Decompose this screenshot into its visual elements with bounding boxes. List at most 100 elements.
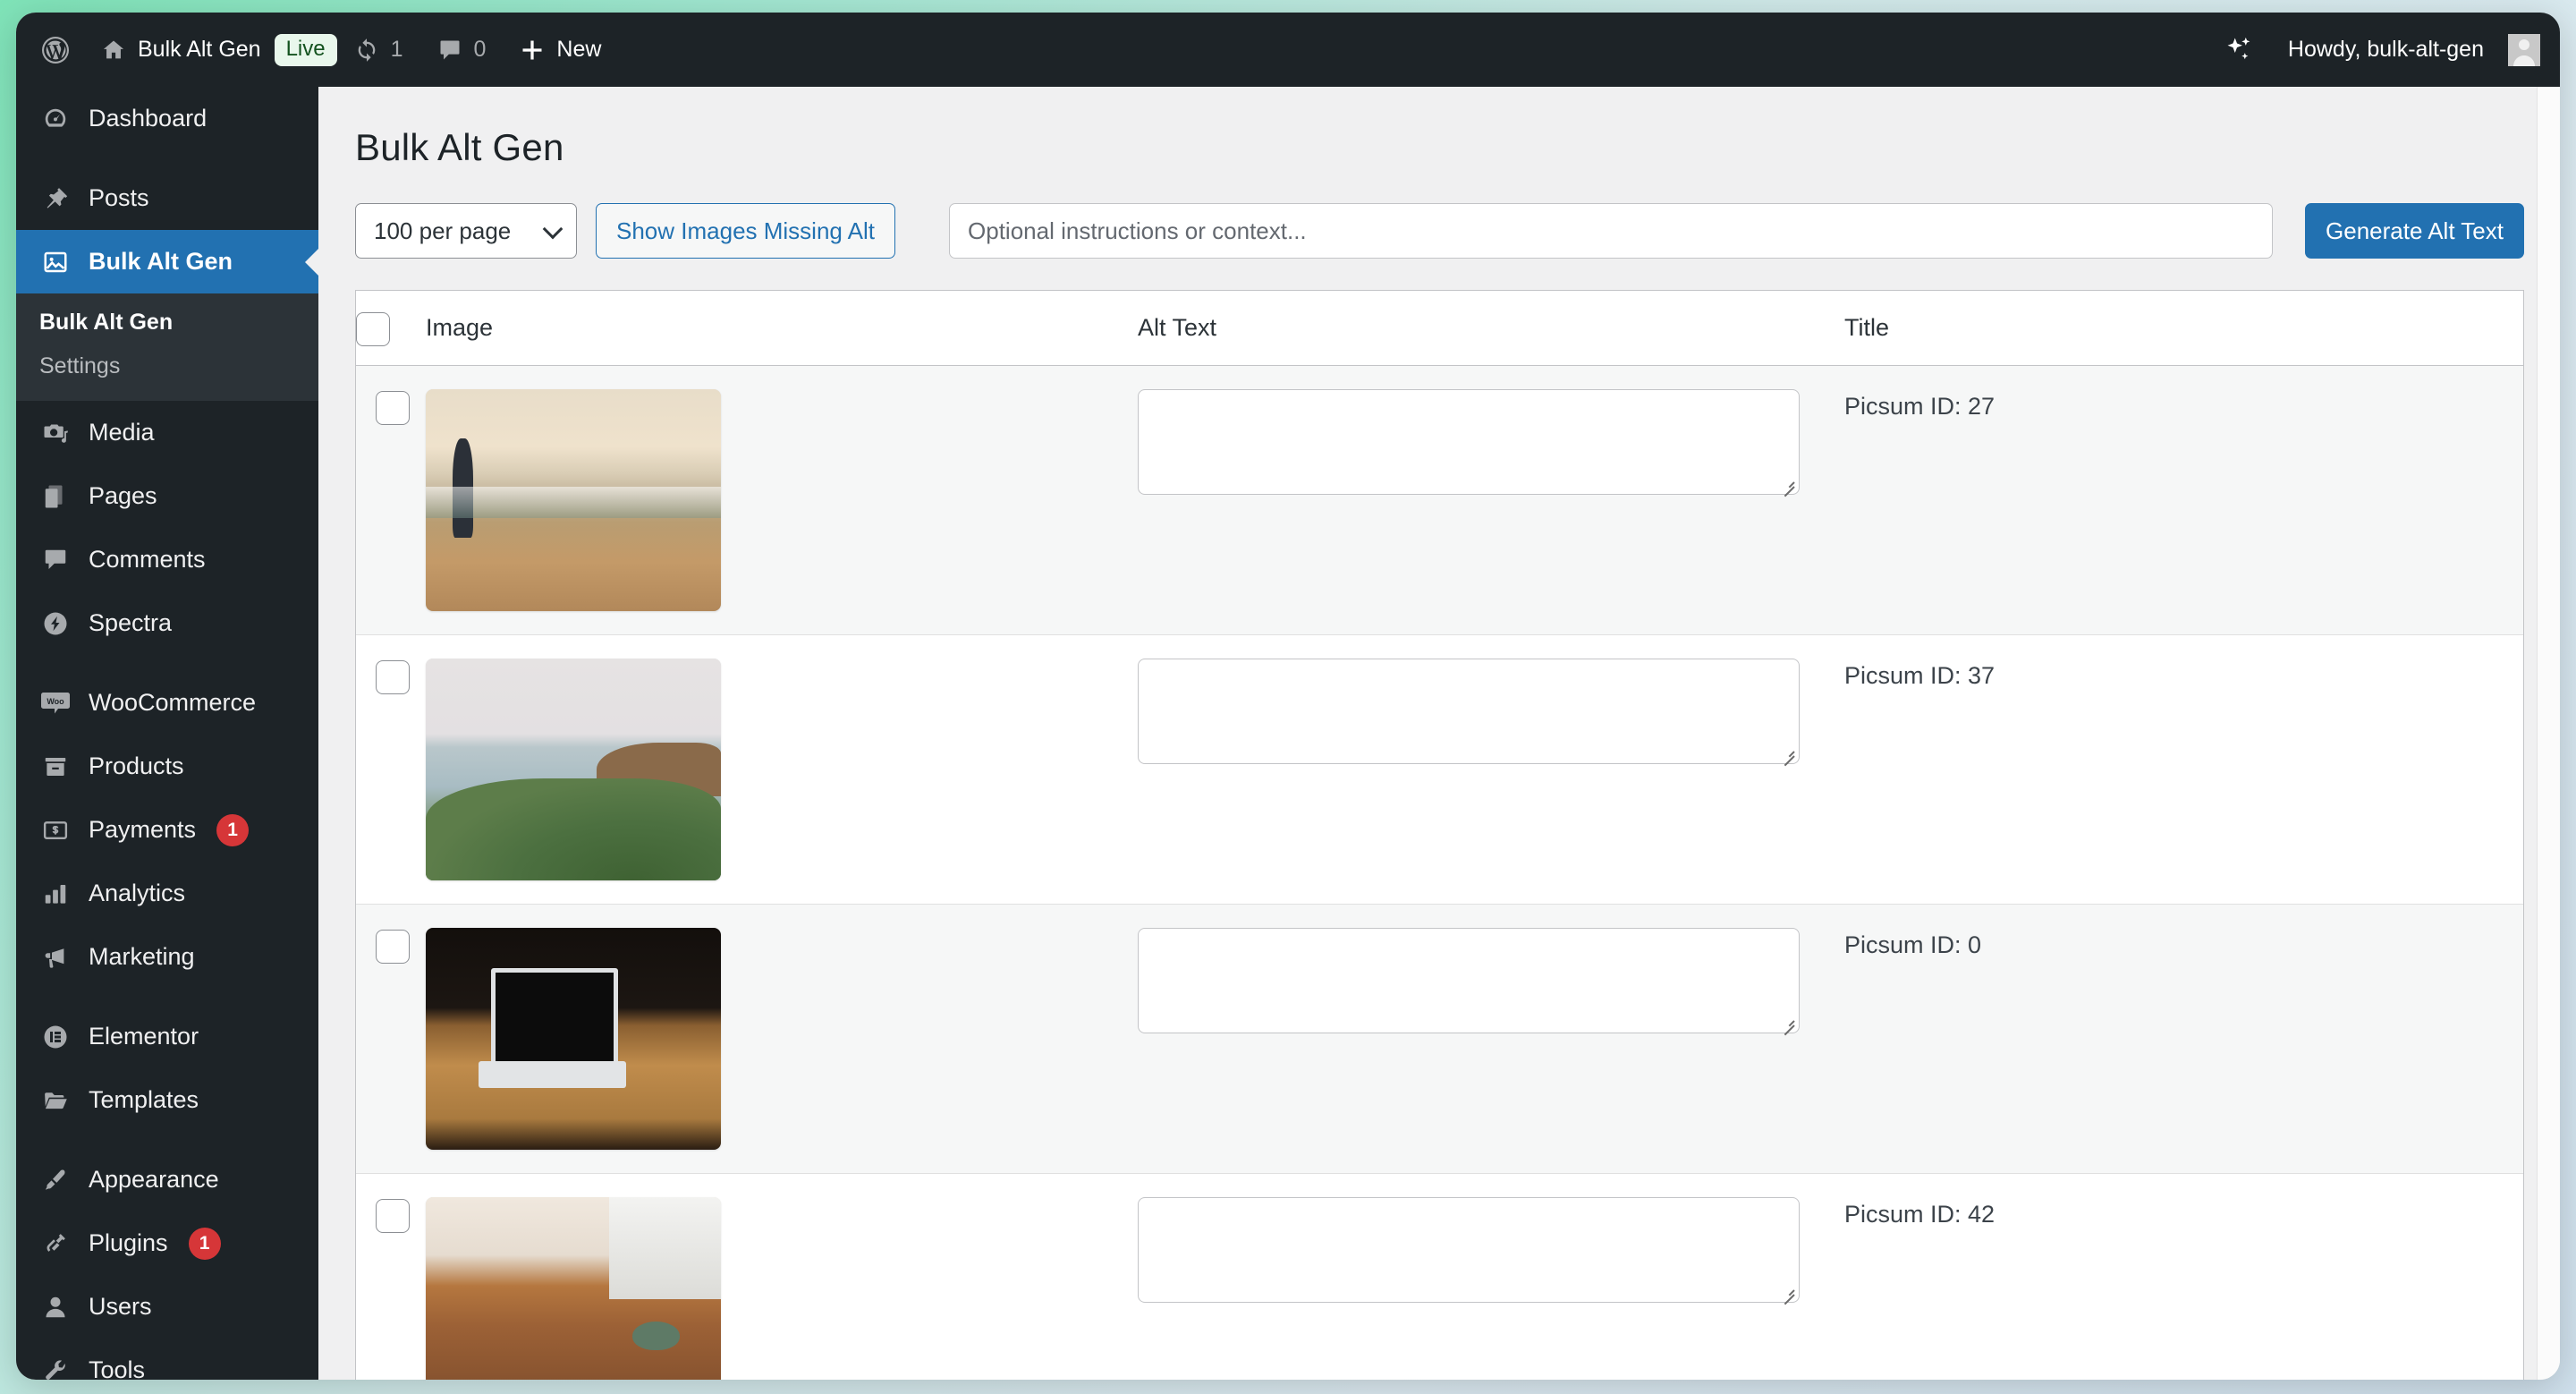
row-checkbox[interactable] bbox=[376, 660, 410, 694]
column-header-alt-text: Alt Text bbox=[1138, 291, 1844, 366]
row-title-cell: Picsum ID: 0 bbox=[1844, 905, 2523, 1174]
sidebar-item-label: Comments bbox=[89, 546, 206, 574]
row-image-cell bbox=[426, 366, 1138, 635]
sidebar-divider bbox=[16, 1132, 318, 1148]
resize-grip-icon[interactable] bbox=[1781, 1285, 1795, 1299]
sidebar-item-templates[interactable]: Templates bbox=[16, 1068, 318, 1132]
alt-text-textarea[interactable] bbox=[1138, 1197, 1800, 1303]
sidebar-item-label: Pages bbox=[89, 482, 157, 510]
resize-grip-icon[interactable] bbox=[1781, 746, 1795, 761]
sidebar-item-dashboard[interactable]: Dashboard bbox=[16, 87, 318, 150]
sidebar-item-label: Products bbox=[89, 752, 184, 780]
sidebar-subitem-settings[interactable]: Settings bbox=[16, 344, 318, 388]
sidebar-divider bbox=[16, 150, 318, 166]
elementor-icon bbox=[39, 1021, 72, 1053]
sidebar-item-elementor[interactable]: Elementor bbox=[16, 1005, 318, 1068]
row-checkbox[interactable] bbox=[376, 930, 410, 964]
per-page-select[interactable]: 100 per page bbox=[355, 203, 577, 259]
sidebar-subitem-label: Bulk Alt Gen bbox=[39, 310, 173, 335]
thumbnail-photo bbox=[426, 1197, 721, 1380]
tools-icon bbox=[39, 1355, 72, 1381]
show-images-missing-alt-button[interactable]: Show Images Missing Alt bbox=[596, 203, 895, 259]
image-thumbnail[interactable] bbox=[426, 659, 721, 880]
thumbnail-photo bbox=[426, 928, 721, 1150]
images-table-container: Image Alt Text Title bbox=[355, 290, 2524, 1380]
sidebar-item-plugins[interactable]: Plugins 1 bbox=[16, 1211, 318, 1275]
vertical-scrollbar[interactable] bbox=[2537, 87, 2560, 1380]
select-all-checkbox[interactable] bbox=[356, 312, 390, 346]
table-row: Picsum ID: 37 bbox=[356, 635, 2523, 905]
svg-text:Woo: Woo bbox=[47, 697, 64, 706]
generate-label: Generate Alt Text bbox=[2326, 217, 2504, 245]
updates-icon bbox=[354, 38, 379, 63]
payments-badge: 1 bbox=[216, 814, 249, 846]
sidebar-item-appearance[interactable]: Appearance bbox=[16, 1148, 318, 1211]
sidebar-item-analytics[interactable]: Analytics bbox=[16, 862, 318, 925]
sidebar-item-pages[interactable]: Pages bbox=[16, 464, 318, 528]
select-all-header bbox=[356, 291, 426, 366]
sidebar-item-users[interactable]: Users bbox=[16, 1275, 318, 1339]
sidebar-item-label: Bulk Alt Gen bbox=[89, 248, 233, 276]
toolbar: 100 per page Show Images Missing Alt Opt… bbox=[318, 169, 2560, 259]
wordpress-logo-menu[interactable] bbox=[16, 13, 84, 87]
row-alt-cell bbox=[1138, 1174, 1844, 1381]
comment-icon bbox=[39, 544, 72, 576]
resize-grip-icon[interactable] bbox=[1781, 477, 1795, 491]
resize-grip-icon[interactable] bbox=[1781, 1016, 1795, 1030]
row-select-cell bbox=[356, 905, 426, 1174]
sidebar-item-comments[interactable]: Comments bbox=[16, 528, 318, 591]
instructions-input[interactable]: Optional instructions or context... bbox=[949, 203, 2273, 259]
sidebar-item-spectra[interactable]: Spectra bbox=[16, 591, 318, 655]
chevron-down-icon bbox=[543, 219, 564, 240]
sidebar-item-products[interactable]: Products bbox=[16, 735, 318, 798]
payments-icon bbox=[39, 814, 72, 846]
table-body: Picsum ID: 27 Picsum ID: 37 bbox=[356, 366, 2523, 1381]
image-thumbnail[interactable] bbox=[426, 1197, 721, 1380]
updates-menu[interactable]: 1 bbox=[337, 13, 420, 87]
updates-count: 1 bbox=[391, 37, 403, 63]
sidebar-item-marketing[interactable]: Marketing bbox=[16, 925, 318, 989]
sidebar-item-payments[interactable]: Payments 1 bbox=[16, 798, 318, 862]
table-header: Image Alt Text Title bbox=[356, 291, 2523, 366]
row-alt-cell bbox=[1138, 635, 1844, 905]
sidebar-item-posts[interactable]: Posts bbox=[16, 166, 318, 230]
table-row: Picsum ID: 42 bbox=[356, 1174, 2523, 1381]
pin-icon bbox=[39, 183, 72, 215]
images-table: Image Alt Text Title bbox=[356, 291, 2523, 1380]
alt-text-textarea[interactable] bbox=[1138, 389, 1800, 495]
new-content-menu[interactable]: New bbox=[503, 13, 618, 87]
sidebar-item-label: Payments bbox=[89, 816, 196, 844]
comments-count: 0 bbox=[474, 37, 487, 63]
products-icon bbox=[39, 751, 72, 783]
sidebar-item-label: WooCommerce bbox=[89, 689, 256, 717]
sidebar-item-label: Spectra bbox=[89, 609, 172, 637]
comments-menu[interactable]: 0 bbox=[420, 13, 504, 87]
image-thumbnail[interactable] bbox=[426, 928, 721, 1150]
sidebar-item-tools[interactable]: Tools bbox=[16, 1339, 318, 1380]
sidebar-subitem-bulk-alt-gen[interactable]: Bulk Alt Gen bbox=[16, 301, 318, 344]
sidebar-item-media[interactable]: Media bbox=[16, 401, 318, 464]
row-image-cell bbox=[426, 1174, 1138, 1381]
column-header-title: Title bbox=[1844, 291, 2523, 366]
ai-sparkle-menu[interactable] bbox=[2207, 13, 2271, 87]
site-name-menu[interactable]: Bulk Alt Gen bbox=[84, 13, 278, 87]
sidebar-item-bulk-alt-gen[interactable]: Bulk Alt Gen bbox=[16, 230, 318, 293]
plug-icon bbox=[39, 1228, 72, 1260]
sidebar-item-label: Templates bbox=[89, 1086, 199, 1114]
home-icon bbox=[101, 38, 126, 63]
generate-alt-text-button[interactable]: Generate Alt Text bbox=[2305, 203, 2524, 259]
sidebar-item-woocommerce[interactable]: Woo WooCommerce bbox=[16, 671, 318, 735]
alt-text-textarea[interactable] bbox=[1138, 659, 1800, 764]
plugins-badge: 1 bbox=[189, 1228, 221, 1260]
instructions-placeholder: Optional instructions or context... bbox=[968, 217, 1307, 245]
howdy-label: Howdy, bulk-alt-gen bbox=[2288, 37, 2484, 63]
my-account-menu[interactable]: Howdy, bulk-alt-gen bbox=[2271, 13, 2540, 87]
alt-text-textarea[interactable] bbox=[1138, 928, 1800, 1033]
sidebar-divider bbox=[16, 655, 318, 671]
per-page-value: 100 per page bbox=[374, 217, 511, 245]
thumbnail-photo bbox=[426, 659, 721, 880]
pages-icon bbox=[39, 480, 72, 513]
row-checkbox[interactable] bbox=[376, 1199, 410, 1233]
row-checkbox[interactable] bbox=[376, 391, 410, 425]
image-thumbnail[interactable] bbox=[426, 389, 721, 611]
